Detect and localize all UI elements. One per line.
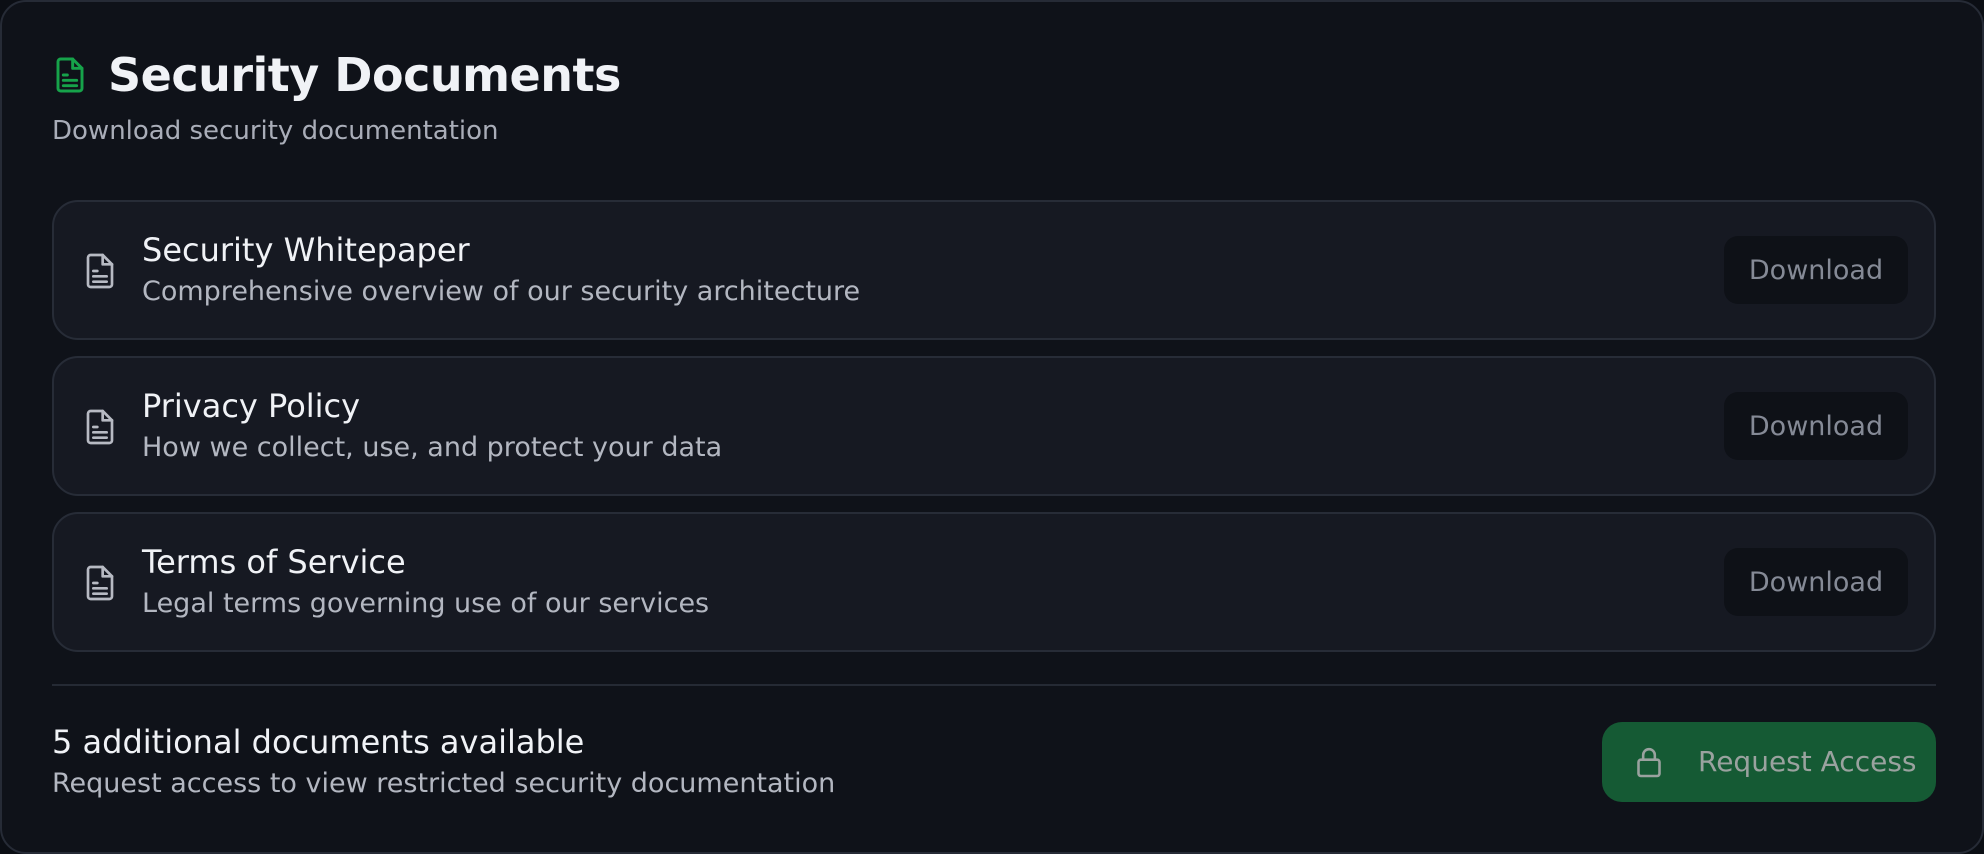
- document-name: Security Whitepaper: [142, 231, 470, 269]
- request-access-button[interactable]: Request Access: [1602, 722, 1936, 802]
- request-access-label: Request Access: [1698, 745, 1917, 778]
- file-text-icon: [52, 55, 88, 95]
- security-documents-card: Security Documents Download security doc…: [0, 0, 1984, 854]
- page-subtitle: Download security documentation: [52, 116, 499, 146]
- document-item-terms-of-service: Terms of Service Legal terms governing u…: [52, 512, 1936, 652]
- download-button[interactable]: Download: [1724, 392, 1908, 460]
- document-text: Privacy Policy How we collect, use, and …: [142, 386, 1442, 466]
- additional-documents-description: Request access to view restricted securi…: [52, 768, 836, 799]
- file-text-icon: [82, 562, 118, 604]
- divider: [52, 684, 1936, 686]
- document-text: Security Whitepaper Comprehensive overvi…: [142, 230, 1442, 310]
- file-text-icon: [82, 406, 118, 448]
- file-text-icon: [82, 250, 118, 292]
- document-name: Terms of Service: [142, 543, 406, 581]
- card-header: Security Documents Download security doc…: [52, 48, 952, 146]
- title-row: Security Documents: [52, 48, 952, 102]
- lock-icon: [1634, 744, 1664, 780]
- page-title: Security Documents: [108, 48, 621, 102]
- document-description: Legal terms governing use of our service…: [142, 588, 710, 619]
- document-description: How we collect, use, and protect your da…: [142, 432, 723, 463]
- document-item-security-whitepaper: Security Whitepaper Comprehensive overvi…: [52, 200, 1936, 340]
- document-list: Security Whitepaper Comprehensive overvi…: [52, 200, 1936, 668]
- additional-documents-count: 5 additional documents available: [52, 723, 585, 761]
- document-name: Privacy Policy: [142, 387, 361, 425]
- document-text: Terms of Service Legal terms governing u…: [142, 542, 1442, 622]
- download-button[interactable]: Download: [1724, 548, 1908, 616]
- document-description: Comprehensive overview of our security a…: [142, 276, 861, 307]
- download-button[interactable]: Download: [1724, 236, 1908, 304]
- footer-text: 5 additional documents available Request…: [52, 722, 1352, 802]
- document-item-privacy-policy: Privacy Policy How we collect, use, and …: [52, 356, 1936, 496]
